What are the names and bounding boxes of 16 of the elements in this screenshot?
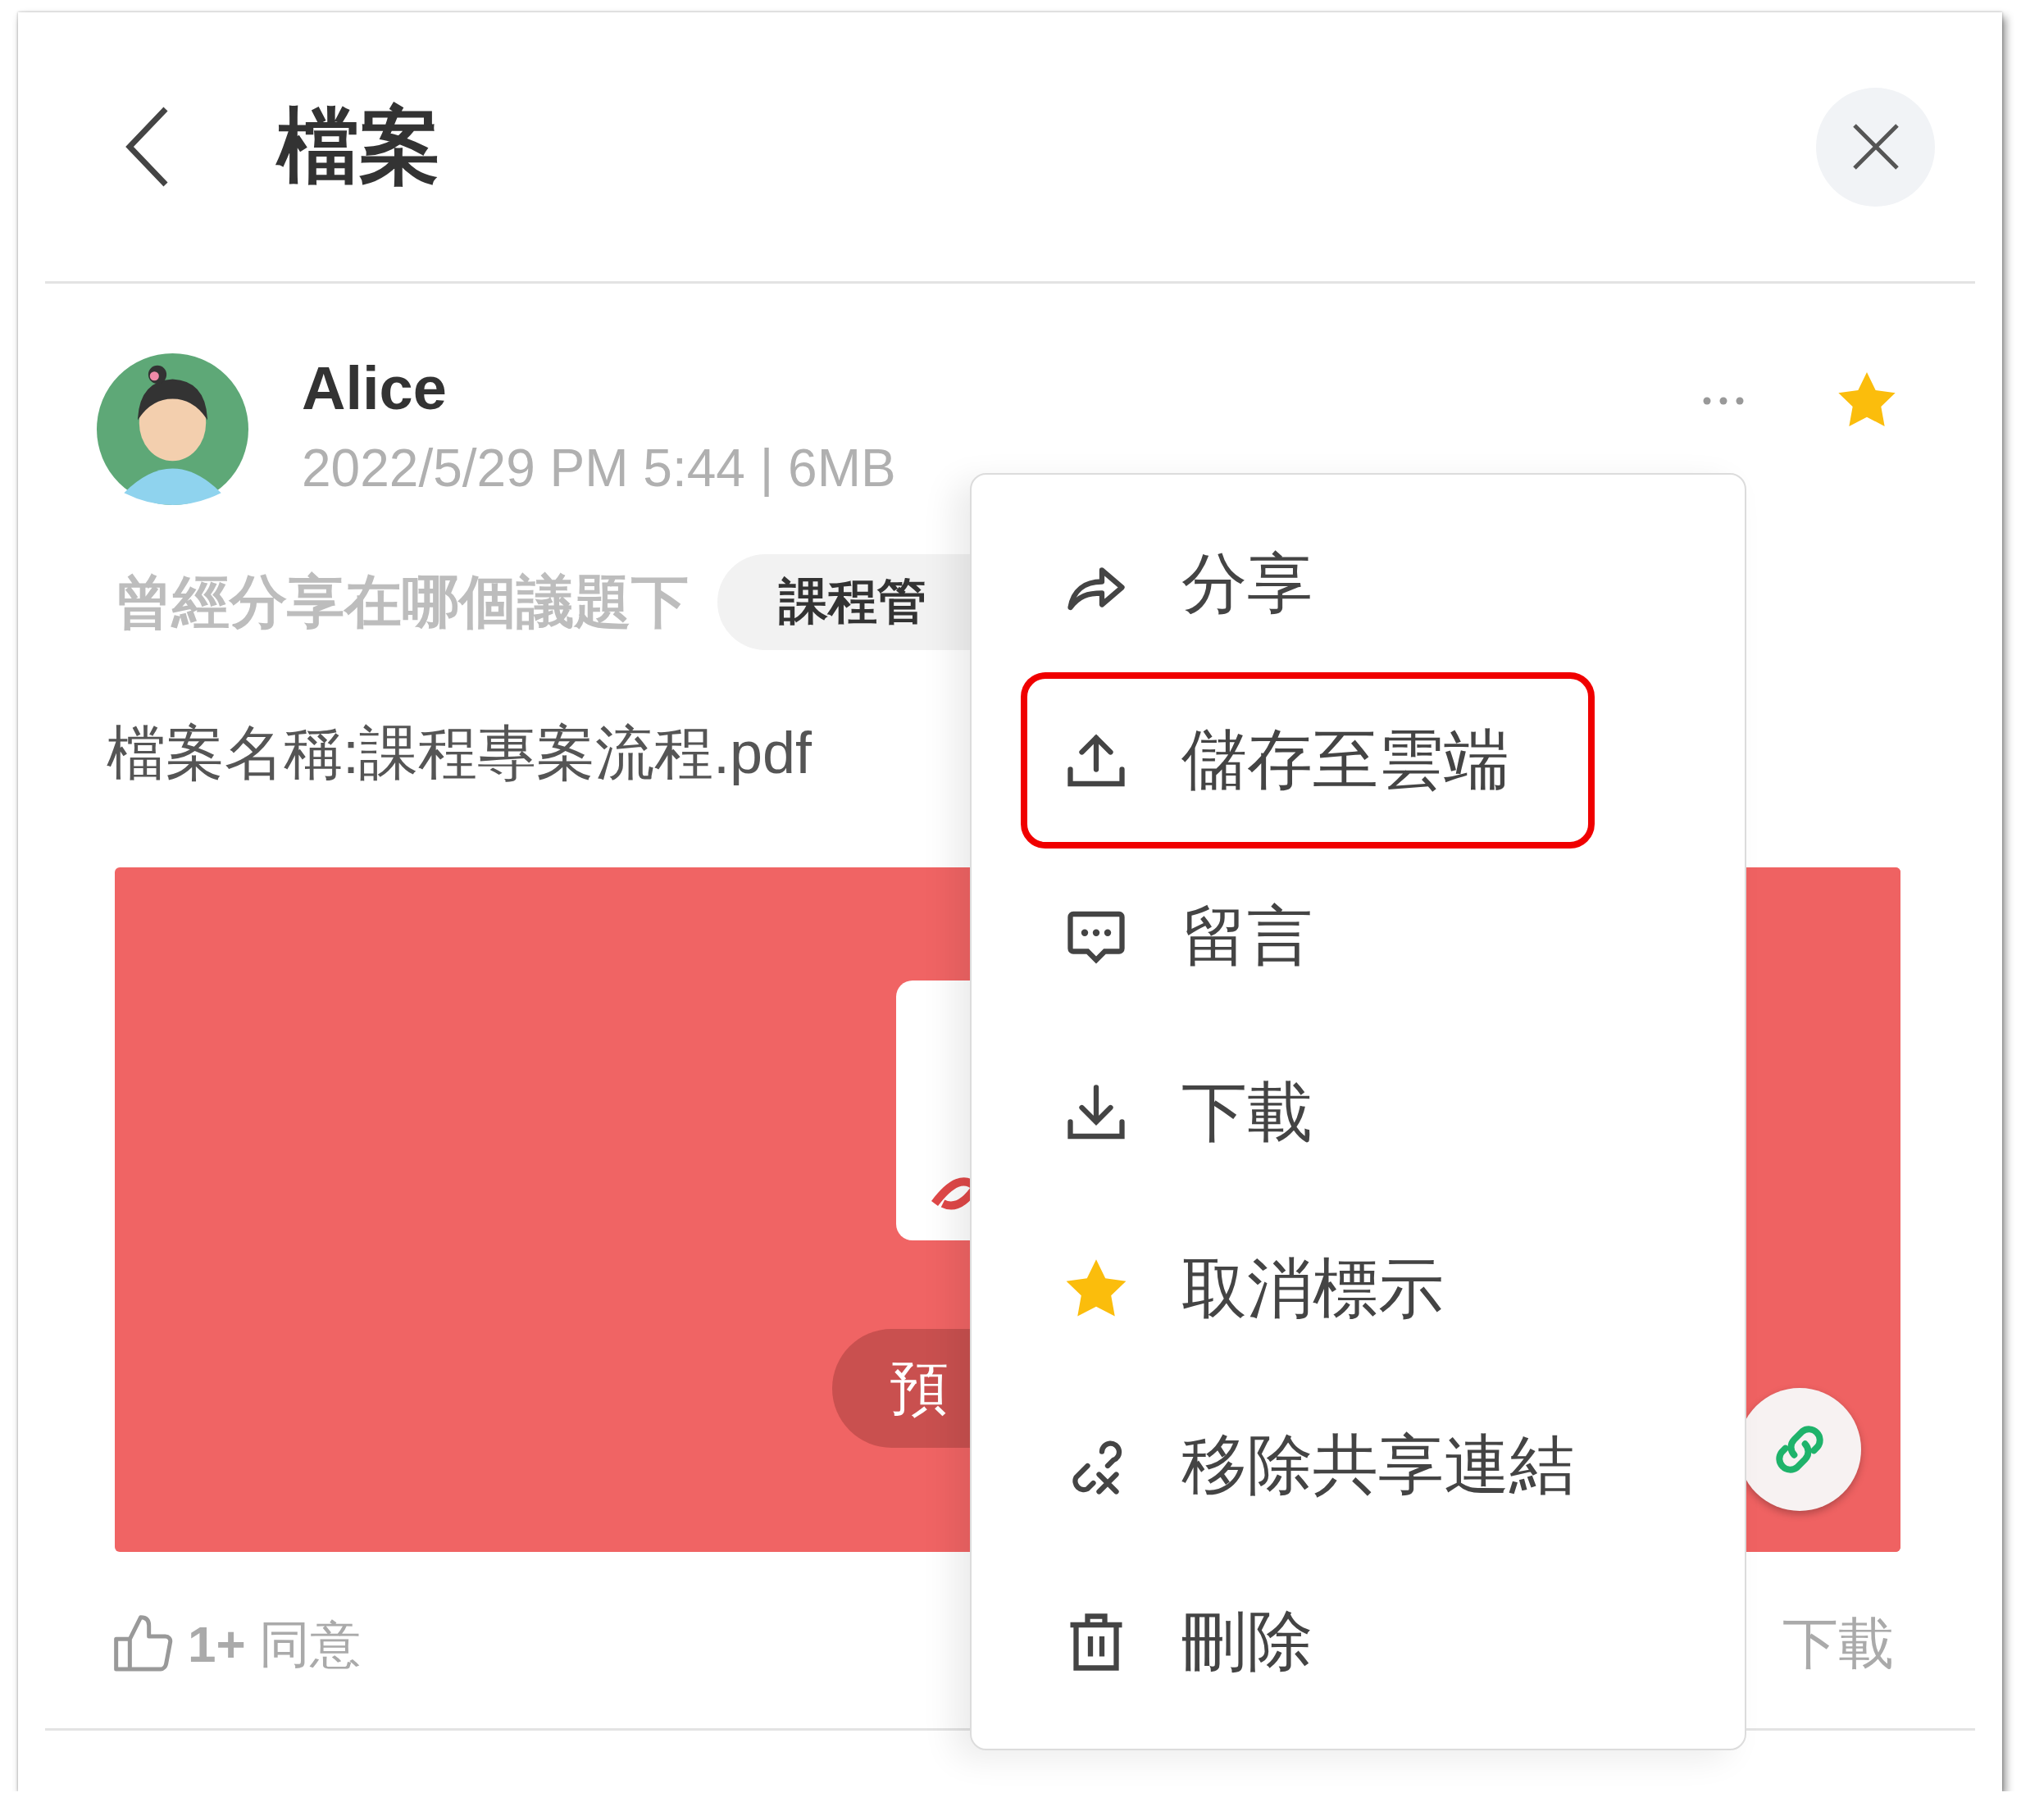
menu-item[interactable]: 取消標示 <box>1021 1201 1595 1377</box>
like-label: 同意 <box>258 1614 361 1674</box>
menu-item[interactable]: 留言 <box>1021 849 1595 1025</box>
menu-item[interactable]: 移除共享連結 <box>1021 1377 1595 1554</box>
post-meta: 2022/5/29 PM 5:44 | 6MB <box>302 438 896 499</box>
like-count: 1+ <box>188 1615 246 1673</box>
menu-item[interactable]: 刪除 <box>1021 1554 1595 1730</box>
author-name: Alice <box>302 353 448 424</box>
topics-label: 曾經分享在哪個議題下 <box>115 568 689 635</box>
close-icon <box>1850 122 1900 171</box>
menu-item[interactable]: 分享 <box>1021 496 1595 672</box>
menu-item[interactable]: 儲存至雲端 <box>1021 672 1595 849</box>
menu-item[interactable]: 下載 <box>1021 1025 1595 1201</box>
more-icon <box>1703 395 1744 406</box>
window-title: 檔案 <box>277 98 441 193</box>
file-name: 檔案名稱:課程專案流程.pdf <box>107 719 812 787</box>
